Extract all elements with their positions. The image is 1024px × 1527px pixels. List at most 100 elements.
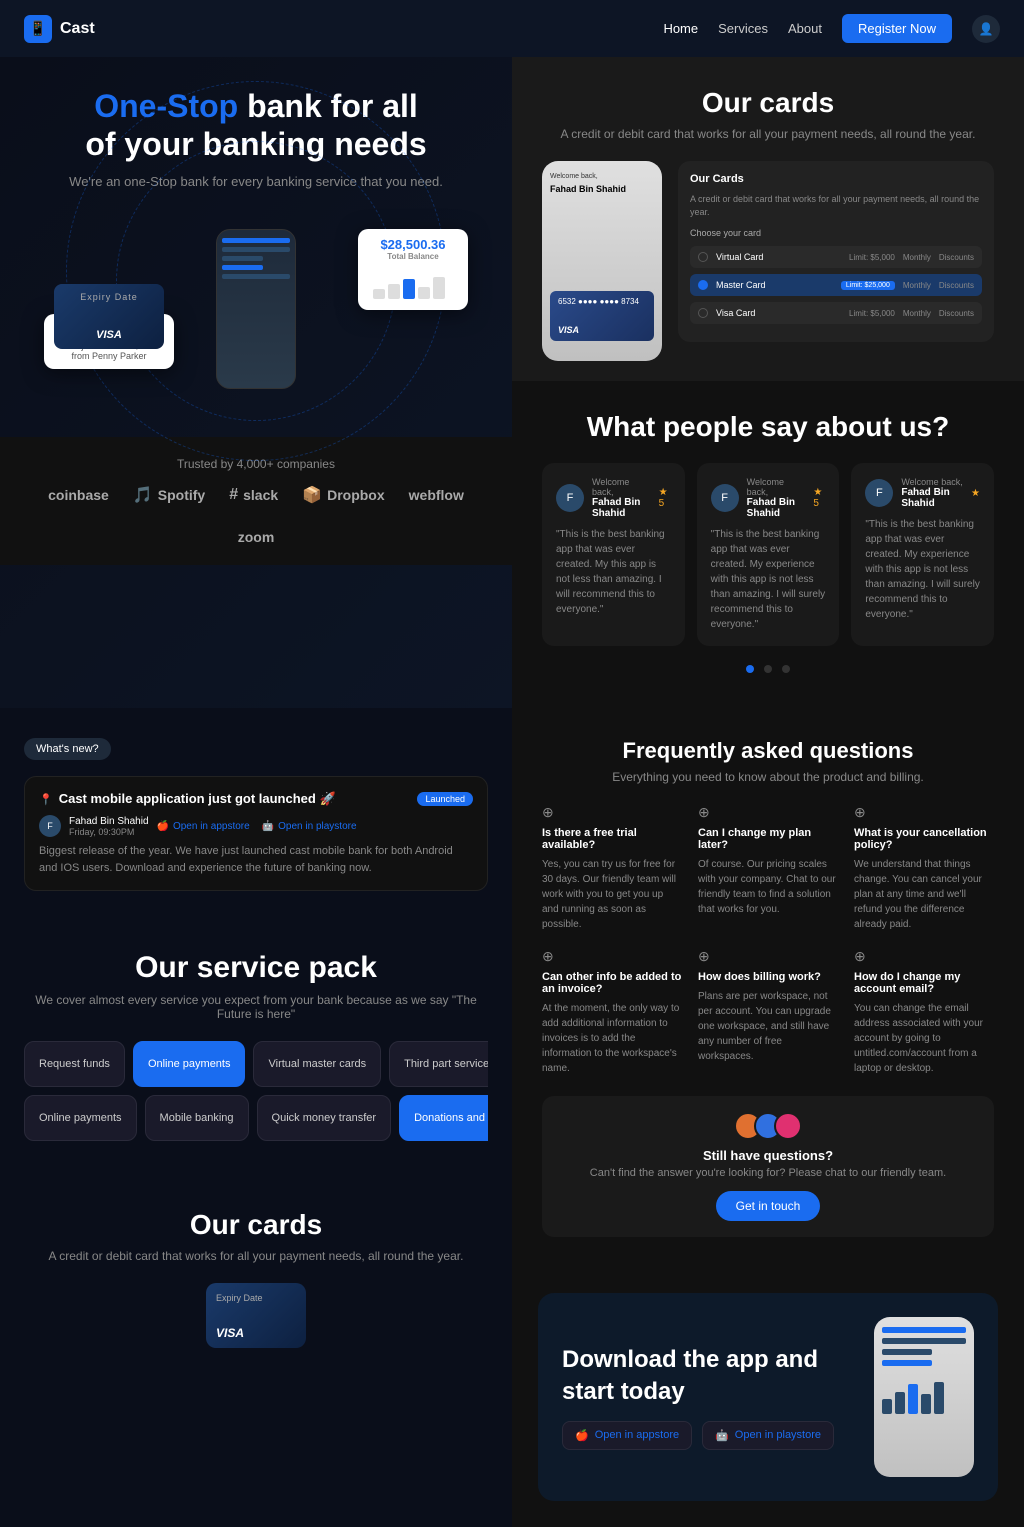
logo: 📱 Cast (24, 15, 95, 43)
card-option-visa[interactable]: Visa Card Limit: $5,000 Monthly Discount… (690, 302, 982, 324)
review-welcome-3: Welcome back, (901, 477, 963, 487)
apple-icon: 🍎 (157, 821, 169, 832)
hero-section: One-Stop bank for all of your banking ne… (0, 57, 512, 708)
left-bottom-col: What's new? 📍 Cast mobile application ju… (0, 708, 512, 1527)
faq-q-3: Can other info be added to an invoice? (542, 971, 682, 995)
register-button[interactable]: Register Now (842, 14, 952, 43)
review-stars-2: ★ 5 (813, 487, 825, 509)
service-chip-req[interactable]: Request funds (24, 1041, 125, 1087)
profile-icon[interactable]: 👤 (972, 15, 1000, 43)
service-row-1: Request funds Online payments Virtual ma… (24, 1041, 488, 1087)
get-in-touch-button[interactable]: Get in touch (716, 1191, 821, 1221)
download-phone (874, 1317, 974, 1477)
slack-icon: # (229, 486, 238, 504)
logo-webflow: webflow (409, 487, 464, 503)
faq-item-3: ⊕ Can other info be added to an invoice?… (542, 948, 682, 1076)
pin-icon: 📍 (39, 793, 53, 806)
panel-title: Our Cards (690, 173, 982, 185)
nav-link-home[interactable]: Home (663, 21, 698, 36)
download-wrapper: Download the app and start today 🍎 Open … (512, 1267, 1024, 1527)
nav-link-services[interactable]: Services (718, 21, 768, 36)
review-header-1: F Welcome back, Fahad Bin Shahid ★ 5 (556, 477, 671, 519)
faq-section: Frequently asked questions Everything yo… (512, 708, 1024, 1267)
option-disc-master: Discounts (939, 281, 974, 290)
review-welcome: Welcome back, (592, 477, 651, 497)
balance-amount: $28,500.36 (370, 237, 456, 252)
service-chip-mobile[interactable]: Mobile banking (145, 1095, 249, 1141)
bottom-card-visa: VISA (216, 1326, 244, 1340)
dropbox-icon: 📦 (302, 485, 322, 505)
faq-icon-5: ⊕ (854, 948, 994, 965)
card-option-virtual[interactable]: Virtual Card Limit: $5,000 Monthly Disco… (690, 246, 982, 268)
news-date: Friday, 09:30PM (69, 827, 149, 837)
download-screen (874, 1317, 974, 1429)
review-avatar-2: F (711, 484, 739, 512)
logo-text: Cast (60, 20, 95, 38)
service-row-2: Online payments Mobile banking Quick mon… (24, 1095, 488, 1141)
faq-q-5: How do I change my account email? (854, 971, 994, 995)
download-buttons: 🍎 Open in appstore 🤖 Open in playstore (562, 1421, 854, 1450)
whats-new-section: What's new? 📍 Cast mobile application ju… (0, 708, 512, 921)
option-monthly-visa: Monthly (903, 309, 931, 318)
card-balance-right: $28,500.36 Total Balance (358, 229, 468, 310)
dot-3[interactable] (782, 665, 790, 673)
faq-a-5: You can change the email address associa… (854, 1001, 994, 1076)
option-limit: Limit: $5,000 (849, 253, 895, 262)
faq-item-1: ⊕ Can I change my plan later? Of course.… (698, 804, 838, 932)
playstore-link[interactable]: 🤖 Open in playstore (262, 821, 357, 832)
cards-bottom-preview: Expiry Date VISA (24, 1283, 488, 1348)
phone-holder: Fahad Bin Shahid (550, 184, 654, 194)
play-store-icon: 🤖 (715, 1429, 729, 1442)
logo-dropbox: 📦 Dropbox (302, 485, 384, 505)
service-chip-third[interactable]: Third part service intergrations (389, 1041, 488, 1087)
service-chip-quick[interactable]: Quick money transfer (257, 1095, 392, 1141)
service-chip-donations[interactable]: Donations and charity (399, 1095, 488, 1141)
trusted-logos: coinbase 🎵 Spotify # slack 📦 Dropbox web… (24, 485, 488, 545)
faq-grid: ⊕ Is there a free trial available? Yes, … (542, 804, 994, 1076)
option-monthly: Monthly (903, 253, 931, 262)
option-dot (698, 252, 708, 262)
faq-q-2: What is your cancellation policy? (854, 827, 994, 851)
card-option-master[interactable]: Master Card Limit: $25,000 Monthly Disco… (690, 274, 982, 296)
download-playstore-button[interactable]: 🤖 Open in playstore (702, 1421, 834, 1450)
review-header-2: F Welcome back, Fahad Bin Shahid ★ 5 (711, 477, 826, 519)
screen-line (222, 265, 263, 270)
service-subtitle: We cover almost every service you expect… (24, 993, 488, 1021)
download-appstore-button[interactable]: 🍎 Open in appstore (562, 1421, 692, 1450)
dot-1[interactable] (746, 665, 754, 673)
review-dots (542, 660, 994, 678)
bottom-card-expiry: Expiry Date (216, 1293, 296, 1303)
dl-chart (882, 1374, 966, 1419)
dot-2[interactable] (764, 665, 772, 673)
appstore-link[interactable]: 🍎 Open in appstore (157, 821, 250, 832)
panel-desc: A credit or debit card that works for al… (690, 193, 982, 218)
screen-line (222, 247, 290, 252)
dl-line (882, 1349, 932, 1355)
nav-link-about[interactable]: About (788, 21, 822, 36)
faq-a-1: Of course. Our pricing scales with your … (698, 857, 838, 917)
faq-a-2: We understand that things change. You ca… (854, 857, 994, 932)
dl-chart-svg (882, 1374, 962, 1414)
review-card-1: F Welcome back, Fahad Bin Shahid ★ 5 "Th… (542, 463, 685, 646)
faq-a-4: Plans are per workspace, not per account… (698, 989, 838, 1064)
service-chip-online-pay[interactable]: Online payments (24, 1095, 137, 1141)
spotify-icon: 🎵 (133, 485, 153, 505)
faq-icon-4: ⊕ (698, 948, 838, 965)
review-name-3: Welcome back, Fahad Bin Shahid (901, 477, 963, 509)
phone-visa-card: 6532 ●●●● ●●●● 8734 VISA (550, 291, 654, 341)
reviewer-name-2: Fahad Bin Shahid (747, 497, 806, 519)
option-name-master: Master Card (716, 280, 833, 290)
reviewer-name-1: Fahad Bin Shahid (592, 497, 651, 519)
support-text: Can't find the answer you're looking for… (558, 1167, 978, 1179)
review-name-2: Welcome back, Fahad Bin Shahid (747, 477, 806, 519)
phone-welcome: Welcome back, (550, 173, 654, 180)
cards-demo: Welcome back, Fahad Bin Shahid 6532 ●●●●… (542, 161, 994, 361)
cards-bottom-title: Our cards (24, 1209, 488, 1241)
option-disc-visa: Discounts (939, 309, 974, 318)
service-chip-online[interactable]: Online payments (133, 1041, 246, 1087)
news-card-title: 📍 Cast mobile application just got launc… (39, 791, 336, 807)
logo-slack: # slack (229, 486, 278, 504)
review-text-1: "This is the best banking app that was e… (556, 527, 671, 617)
logo-icon: 📱 (24, 15, 52, 43)
service-chip-virtual[interactable]: Virtual master cards (253, 1041, 381, 1087)
